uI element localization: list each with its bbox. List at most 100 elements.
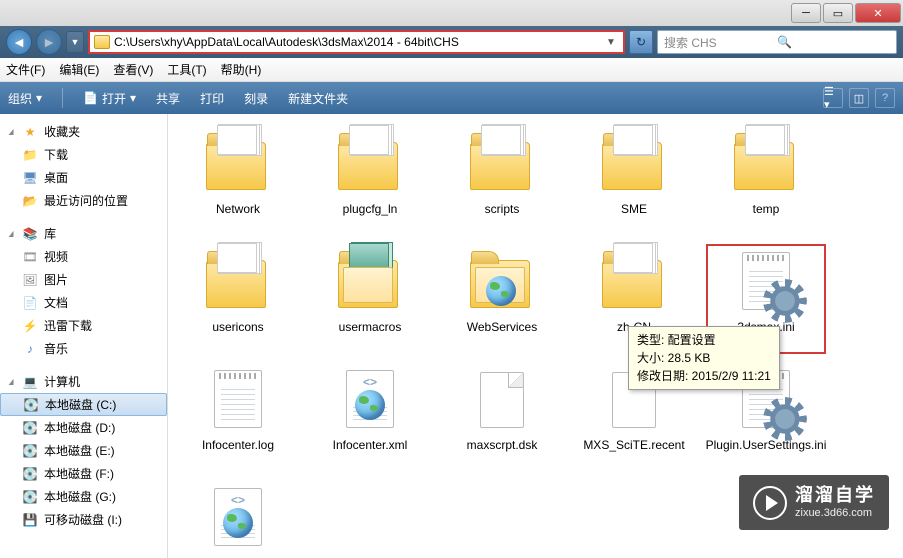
file-label: Infocenter.xml <box>333 438 408 452</box>
sidebar-item-drive-d[interactable]: 💽本地磁盘 (D:) <box>0 416 167 439</box>
file-label: Infocenter.log <box>202 438 274 452</box>
help-button[interactable]: ? <box>875 88 895 108</box>
menu-tools[interactable]: 工具(T) <box>167 61 206 78</box>
file-label: usericons <box>212 320 263 334</box>
search-placeholder: 搜索 CHS <box>664 34 777 51</box>
video-icon: 🎞 <box>22 249 38 265</box>
sidebar-item-videos[interactable]: 🎞视频 <box>0 245 167 268</box>
sidebar-item-recent[interactable]: 📂最近访问的位置 <box>0 189 167 212</box>
forward-button[interactable]: ► <box>36 29 62 55</box>
file-label: SME <box>621 202 647 216</box>
file-item[interactable]: Infocenter.xml <box>310 362 430 472</box>
play-icon <box>753 486 787 520</box>
document-icon: 📄 <box>22 295 38 311</box>
history-dropdown[interactable]: ▼ <box>66 31 84 53</box>
preview-pane-button[interactable]: ◫ <box>849 88 869 108</box>
file-item[interactable]: Infocenter.log <box>178 362 298 472</box>
refresh-button[interactable]: ↻ <box>629 30 653 54</box>
sidebar-item-drive-e[interactable]: 💽本地磁盘 (E:) <box>0 439 167 462</box>
sidebar-computer-header[interactable]: 💻 计算机 <box>0 370 167 393</box>
watermark: 溜溜自学 zixue.3d66.com <box>739 475 889 530</box>
address-input[interactable] <box>114 35 603 49</box>
view-options-button[interactable]: ☰ ▾ <box>823 88 843 108</box>
sidebar-item-music[interactable]: ♪音乐 <box>0 337 167 360</box>
menu-file[interactable]: 文件(F) <box>6 61 45 78</box>
file-label: scripts <box>485 202 520 216</box>
drive-icon: 💽 <box>22 466 38 482</box>
file-label: temp <box>753 202 780 216</box>
drive-icon: 💽 <box>22 443 38 459</box>
print-button[interactable]: 打印 <box>200 90 224 107</box>
sidebar-libraries-header[interactable]: 📚 库 <box>0 222 167 245</box>
back-button[interactable]: ◄ <box>6 29 32 55</box>
music-icon: ♪ <box>22 341 38 357</box>
sidebar-item-pictures[interactable]: 🖼图片 <box>0 268 167 291</box>
command-toolbar: 组织 ▾ 📄打开 ▾ 共享 打印 刻录 新建文件夹 ☰ ▾ ◫ ? <box>0 82 903 114</box>
star-icon: ★ <box>22 124 38 140</box>
file-label: plugcfg_ln <box>343 202 398 216</box>
window-titlebar: ─ ▭ ✕ <box>0 0 903 26</box>
file-item[interactable]: maxscrpt.dsk <box>442 362 562 472</box>
drive-icon: 💽 <box>22 420 38 436</box>
search-icon: 🔍 <box>777 35 890 49</box>
file-item[interactable]: usericons <box>178 244 298 354</box>
navigation-bar: ◄ ► ▼ ▼ ↻ 搜索 CHS 🔍 <box>0 26 903 58</box>
menu-bar: 文件(F) 编辑(E) 查看(V) 工具(T) 帮助(H) <box>0 58 903 82</box>
organize-button[interactable]: 组织 ▾ <box>8 90 42 107</box>
file-item[interactable]: WebServices <box>442 244 562 354</box>
sidebar-item-drive-i[interactable]: 💾可移动磁盘 (I:) <box>0 508 167 531</box>
search-box[interactable]: 搜索 CHS 🔍 <box>657 30 897 54</box>
watermark-url: zixue.3d66.com <box>795 507 875 520</box>
file-label: maxscrpt.dsk <box>467 438 538 452</box>
file-item[interactable]: temp <box>706 126 826 236</box>
address-bar[interactable]: ▼ <box>88 30 625 54</box>
file-item[interactable]: usermacros <box>310 244 430 354</box>
file-item[interactable]: SME <box>574 126 694 236</box>
file-item[interactable]: plugcfg_ln <box>310 126 430 236</box>
sidebar-item-drive-g[interactable]: 💽本地磁盘 (G:) <box>0 485 167 508</box>
address-dropdown[interactable]: ▼ <box>603 37 619 48</box>
open-button[interactable]: 📄打开 ▾ <box>83 90 136 107</box>
sidebar-item-drive-f[interactable]: 💽本地磁盘 (F:) <box>0 462 167 485</box>
desktop-icon: 🖥 <box>22 170 38 186</box>
file-item[interactable]: scripts <box>442 126 562 236</box>
menu-edit[interactable]: 编辑(E) <box>59 61 99 78</box>
file-tooltip: 类型: 配置设置 大小: 28.5 KB 修改日期: 2015/2/9 11:2… <box>628 326 780 390</box>
navigation-pane: ★ 收藏夹 📁下载 🖥桌面 📂最近访问的位置 📚 库 🎞视频 🖼图片 📄文档 ⚡… <box>0 114 168 558</box>
notepad-icon: 📄 <box>83 91 98 105</box>
file-item[interactable]: Network <box>178 126 298 236</box>
share-button[interactable]: 共享 <box>156 90 180 107</box>
tooltip-size: 大小: 28.5 KB <box>637 349 771 367</box>
sidebar-item-thunder[interactable]: ⚡迅雷下载 <box>0 314 167 337</box>
menu-help[interactable]: 帮助(H) <box>221 61 262 78</box>
sidebar-favorites-header[interactable]: ★ 收藏夹 <box>0 120 167 143</box>
file-label: WebServices <box>467 320 537 334</box>
sidebar-item-desktop[interactable]: 🖥桌面 <box>0 166 167 189</box>
minimize-button[interactable]: ─ <box>791 3 821 23</box>
sidebar-item-documents[interactable]: 📄文档 <box>0 291 167 314</box>
file-label: Plugin.UserSettings.ini <box>706 438 827 452</box>
library-icon: 📚 <box>22 226 38 242</box>
recent-icon: 📂 <box>22 193 38 209</box>
tooltip-type: 类型: 配置设置 <box>637 331 771 349</box>
computer-icon: 💻 <box>22 374 38 390</box>
folder-icon: 📁 <box>22 147 38 163</box>
thunder-icon: ⚡ <box>22 318 38 334</box>
file-label: Network <box>216 202 260 216</box>
menu-view[interactable]: 查看(V) <box>113 61 153 78</box>
new-folder-button[interactable]: 新建文件夹 <box>288 90 348 107</box>
maximize-button[interactable]: ▭ <box>823 3 853 23</box>
close-button[interactable]: ✕ <box>855 3 901 23</box>
tooltip-date: 修改日期: 2015/2/9 11:21 <box>637 367 771 385</box>
sidebar-item-drive-c[interactable]: 💽本地磁盘 (C:) <box>0 393 167 416</box>
file-label: MXS_SciTE.recent <box>583 438 684 452</box>
sidebar-item-downloads[interactable]: 📁下载 <box>0 143 167 166</box>
removable-icon: 💾 <box>22 512 38 528</box>
drive-icon: 💽 <box>23 397 39 413</box>
drive-icon: 💽 <box>22 489 38 505</box>
burn-button[interactable]: 刻录 <box>244 90 268 107</box>
watermark-title: 溜溜自学 <box>795 485 875 507</box>
file-item[interactable]: RecentDocuments.xml <box>178 480 298 558</box>
file-label: usermacros <box>339 320 402 334</box>
picture-icon: 🖼 <box>22 272 38 288</box>
